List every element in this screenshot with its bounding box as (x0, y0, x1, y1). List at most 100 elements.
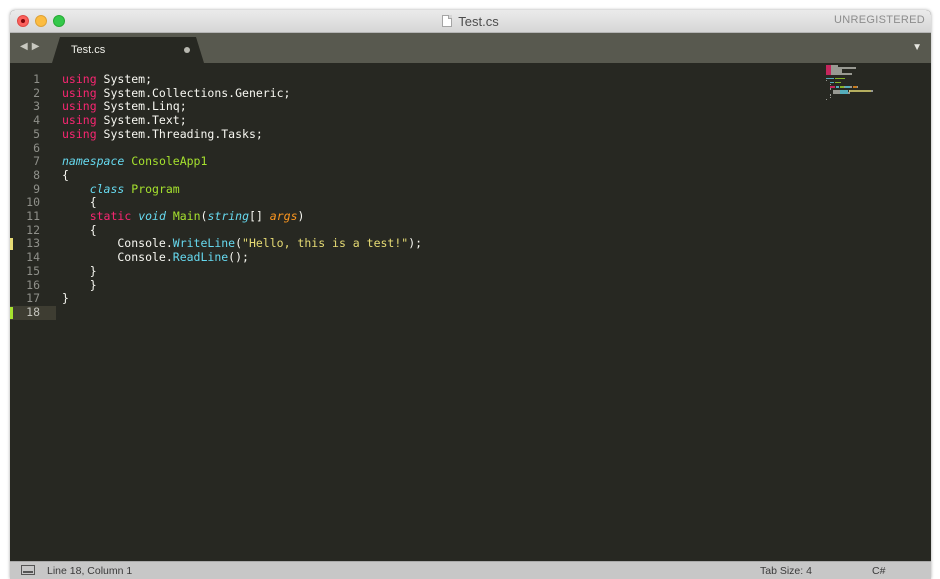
tab-bar: ◀ ▶ Test.cs ▼ (10, 33, 931, 63)
code-token: Program (131, 181, 180, 196)
code-line[interactable]: { (62, 223, 97, 238)
minimap-stroke (847, 92, 851, 94)
tab-size-selector[interactable]: Tab Size: 4 (760, 565, 812, 577)
code-token: { (62, 195, 97, 210)
cursor-position: Line 18, Column 1 (47, 565, 133, 577)
code-token: [] (249, 209, 270, 223)
code-token: ConsoleApp1 (131, 154, 208, 169)
code-token: using (62, 99, 97, 114)
code-token: ) (297, 209, 305, 223)
line-number: 15 (26, 263, 40, 278)
code-editor[interactable]: 1 2 3 4 5 6 7 8 9 10 11 12 13 14 15 16 17 18 using System… (10, 63, 931, 561)
tab-test-cs[interactable]: Test.cs (52, 37, 204, 63)
code-line[interactable]: } (62, 291, 69, 306)
code-token: (); (228, 250, 249, 265)
code-line[interactable]: Console.WriteLine("Hello, this is a test… (62, 237, 422, 251)
code-token: using (62, 126, 97, 141)
nav-forward-icon[interactable]: ▶ (32, 42, 40, 52)
code-token: System; (96, 72, 153, 86)
minimap-stroke (835, 77, 845, 80)
line-number: 18 (26, 304, 40, 319)
minimap[interactable] (826, 65, 876, 105)
line-number: 1 (33, 72, 40, 86)
line-number: 5 (33, 126, 40, 141)
minimap-stroke (849, 90, 871, 92)
code-line[interactable]: using System.Text; (62, 113, 187, 128)
code-token: Main (172, 209, 201, 223)
code-line[interactable]: { (62, 167, 69, 183)
code-token: ); (408, 236, 423, 251)
syntax-selector[interactable]: C# (872, 565, 885, 577)
line-number: 17 (26, 291, 40, 306)
minimap-stroke (835, 86, 840, 88)
minimap-stroke (826, 77, 835, 80)
line-number: 6 (33, 140, 40, 155)
line-number: 16 (26, 277, 40, 292)
document-icon (442, 15, 453, 27)
code-line[interactable]: class Program (62, 181, 180, 197)
line-gutter: 1 2 3 4 5 6 7 8 9 10 11 12 13 14 15 16 17 18 (10, 63, 56, 561)
code-token: args (269, 209, 298, 223)
code-token: static (89, 209, 132, 223)
window-title: Test.cs (458, 13, 499, 29)
code-token: string (207, 209, 250, 223)
code-line[interactable]: using System.Threading.Tasks; (62, 126, 263, 142)
code-token: void (138, 209, 166, 223)
tab-menu-icon[interactable]: ▼ (912, 42, 922, 53)
nav-back-icon[interactable]: ◀ (20, 42, 28, 52)
editor-window: Test.cs UNREGISTERED ◀ ▶ Test.cs ▼ 12345… (10, 10, 931, 579)
line-number: 4 (33, 113, 40, 128)
added-line-marker (10, 306, 13, 319)
code-token: System.Collections.Generic; (96, 85, 291, 100)
minimap-stroke (829, 96, 831, 98)
code-line[interactable]: } (62, 264, 97, 279)
code-token: { (62, 167, 69, 182)
line-number: 2 (33, 85, 40, 100)
code-token: WriteLine (172, 236, 236, 251)
line-number: 3 (33, 99, 40, 114)
code-token: class (89, 181, 125, 196)
minimap-stroke (856, 86, 858, 88)
code-token: System.Threading.Tasks; (96, 126, 263, 141)
window-title-area: Test.cs (10, 10, 931, 32)
tab-label: Test.cs (71, 44, 106, 56)
code-token: using (62, 72, 97, 86)
minimap-stroke (835, 81, 842, 84)
code-token: System.Linq; (96, 99, 187, 114)
code-line[interactable]: Console.ReadLine(); (62, 250, 249, 265)
code-line[interactable]: namespace ConsoleApp1 (62, 154, 208, 169)
minimap-stroke (833, 92, 841, 94)
minimap-stroke (850, 86, 853, 88)
panel-toggle-icon[interactable] (21, 565, 35, 575)
line-number: 9 (33, 181, 40, 196)
code-line[interactable]: using System; (62, 72, 153, 87)
code-token: } (62, 291, 69, 306)
code-token: ( (235, 236, 243, 251)
code-line[interactable]: static void Main(string[] args) (62, 209, 305, 224)
minimap-stroke (831, 73, 853, 75)
line-number: 8 (33, 167, 40, 182)
line-number: 13 (26, 236, 40, 251)
line-number: 12 (26, 222, 40, 237)
unregistered-label: UNREGISTERED (834, 14, 925, 26)
code-token: using (62, 113, 97, 128)
code-token: Console. (62, 236, 173, 251)
modified-line-marker (10, 238, 13, 251)
code-line[interactable]: using System.Collections.Generic; (62, 85, 291, 101)
status-bar: Line 18, Column 1 Tab Size: 4 C# (10, 561, 931, 579)
minimap-stroke (826, 73, 831, 75)
code-token: System.Text; (96, 113, 187, 128)
minimap-stroke (826, 98, 827, 101)
minimap-stroke (829, 88, 831, 90)
title-bar[interactable]: Test.cs UNREGISTERED (10, 10, 931, 33)
code-token: } (62, 277, 97, 292)
minimap-stroke (871, 90, 873, 92)
unsaved-dot-icon[interactable] (184, 47, 190, 53)
code-line[interactable]: } (62, 277, 97, 293)
line-number: 11 (26, 209, 40, 223)
line-number: 14 (26, 250, 40, 265)
code-line[interactable]: { (62, 195, 97, 210)
code-token: "Hello, this is a test!" (242, 236, 409, 251)
code-line[interactable]: using System.Linq; (62, 100, 187, 114)
